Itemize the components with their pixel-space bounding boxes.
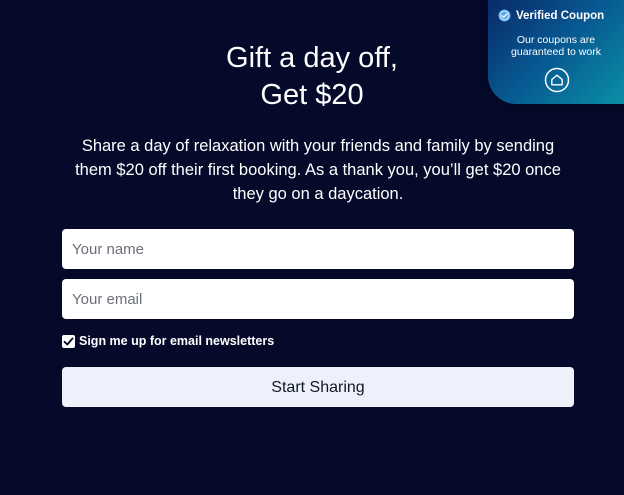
check-circle-icon	[498, 9, 511, 22]
start-sharing-button[interactable]: Start Sharing	[62, 367, 574, 407]
checkmark-icon	[63, 337, 74, 345]
email-input[interactable]	[62, 279, 574, 319]
verified-coupon-subtitle-line2: guaranteed to work	[511, 46, 601, 58]
verified-coupon-subtitle-line1: Our coupons are	[516, 34, 596, 46]
newsletter-label[interactable]: Sign me up for email newsletters	[79, 334, 274, 348]
page-description: Share a day of relaxation with your frie…	[75, 137, 561, 203]
verified-coupon-header: Verified Coupon	[498, 9, 604, 22]
newsletter-option[interactable]: Sign me up for email newsletters	[62, 333, 274, 349]
verified-coupon-badge[interactable]: Verified Coupon Our coupons are guarante…	[488, 0, 624, 104]
newsletter-checkbox[interactable]	[62, 334, 75, 348]
gift-page: Gift a day off, Get $20 Share a day of r…	[0, 0, 624, 495]
name-input[interactable]	[62, 229, 574, 269]
home-circle-icon	[544, 67, 570, 93]
verified-coupon-subtitle: Our coupons are guaranteed to work	[488, 34, 624, 58]
verified-coupon-title: Verified Coupon	[516, 9, 605, 22]
